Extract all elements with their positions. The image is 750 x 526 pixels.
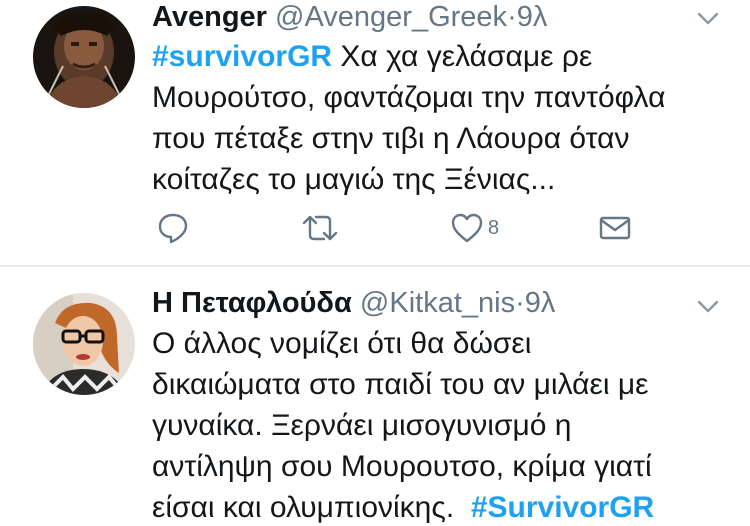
heart-icon xyxy=(451,213,483,243)
tweet[interactable]: Avenger @Avenger_Greek·9λ #survivorGR Χα… xyxy=(0,0,750,266)
author-handle[interactable]: @Avenger_Greek xyxy=(275,1,507,33)
tweet-text-line: που πέταξε στην τιβι η Λάουρα όταν xyxy=(152,122,630,155)
reply-button[interactable] xyxy=(156,208,190,248)
hashtag-link[interactable]: #SurvivorGR xyxy=(471,491,654,524)
tweet-text-line: Μουρούτσο, φαντάζομαι την παντόφλα xyxy=(152,81,666,114)
timestamp[interactable]: 9λ xyxy=(517,1,548,33)
tweet-text-line: δικαιώματα στο παιδί του αν μιλάει με xyxy=(152,368,649,401)
tweet-text: #survivorGR Χα χα γελάσαμε ρε Μουρούτσο,… xyxy=(152,36,732,200)
tweet-header: Avenger @Avenger_Greek·9λ xyxy=(152,0,547,34)
reply-icon xyxy=(158,213,188,244)
tweet-text-line: Ο άλλος νομίζει ότι θα δώσει xyxy=(152,327,532,360)
tweet-actions: 8 xyxy=(152,208,652,248)
avatar[interactable] xyxy=(33,293,135,395)
tweet-text-line: #survivorGR Χα χα γελάσαμε ρε xyxy=(152,36,732,77)
retweet-icon xyxy=(302,215,338,241)
tweet-text-line: αντίληψη σου Μουρουτσο, κρίμα γιατί xyxy=(152,450,652,483)
envelope-icon xyxy=(599,216,631,240)
chevron-down-icon[interactable] xyxy=(696,294,720,318)
retweet-button[interactable] xyxy=(300,208,340,248)
hashtag-link[interactable]: #survivorGR xyxy=(152,40,332,73)
tweet-text-fragment: Χα χα γελάσαμε ρε xyxy=(332,40,593,73)
timestamp[interactable]: 9λ xyxy=(525,287,556,319)
avatar[interactable] xyxy=(33,6,135,108)
author-name[interactable]: Avenger xyxy=(152,1,267,33)
author-handle[interactable]: @Kitkat_nis xyxy=(360,287,515,319)
like-button[interactable]: 8 xyxy=(450,208,499,248)
tweet-text-fragment: είσαι και ολυμπιονίκης. xyxy=(152,491,471,524)
separator-dot: · xyxy=(507,1,517,33)
tweet-text-line: γυναίκα. Ξερνάει μισογυνισμό η xyxy=(152,409,572,442)
like-count: 8 xyxy=(488,216,500,239)
tweet-text-line: κοίταζες το μαγιώ της Ξένιας... xyxy=(152,163,556,196)
tweet-header: Η Πεταφλούδα @Kitkat_nis·9λ xyxy=(152,286,555,320)
direct-message-button[interactable] xyxy=(598,208,632,248)
chevron-down-icon[interactable] xyxy=(696,6,720,30)
tweet[interactable]: Η Πεταφλούδα @Kitkat_nis·9λ Ο άλλος νομί… xyxy=(0,267,750,526)
author-name[interactable]: Η Πεταφλούδα xyxy=(152,287,352,319)
tweet-text: Ο άλλος νομίζει ότι θα δώσει δικαιώματα … xyxy=(152,323,732,526)
tweet-text-line: είσαι και ολυμπιονίκης. #SurvivorGR xyxy=(152,487,732,526)
separator-dot: · xyxy=(515,287,525,319)
